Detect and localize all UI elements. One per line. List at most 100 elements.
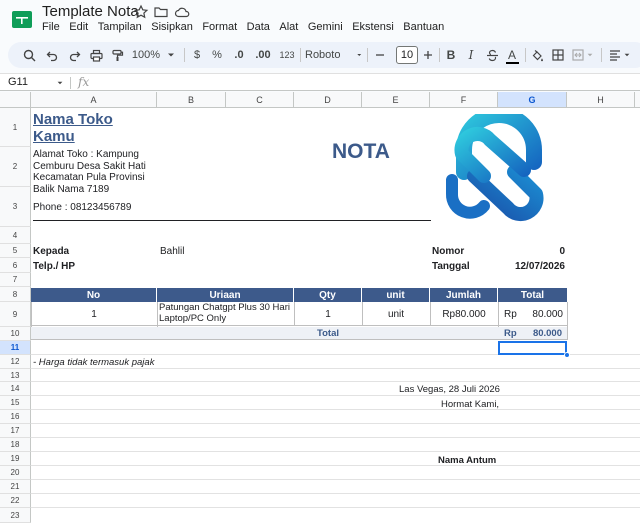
- column-header-h[interactable]: H: [567, 92, 635, 108]
- merge-cells-icon: [572, 49, 584, 61]
- column-header-i[interactable]: [635, 92, 640, 108]
- item-total-value: 80.000: [532, 309, 563, 320]
- row-header-17[interactable]: 17: [0, 424, 31, 438]
- sheets-logo-icon[interactable]: [11, 8, 33, 30]
- menu-gemini[interactable]: Gemini: [308, 21, 343, 33]
- menu-extensions[interactable]: Ekstensi: [352, 21, 394, 33]
- store-address: Alamat Toko : Kampung Cemburu Desa Sakit…: [33, 149, 146, 195]
- column-header-e[interactable]: E: [362, 92, 430, 108]
- row-header-22[interactable]: 22: [0, 494, 31, 508]
- address-line: Cemburu Desa Sakit Hati: [33, 160, 146, 172]
- row-header-6[interactable]: 6: [0, 258, 31, 273]
- number-value: 0: [559, 246, 565, 257]
- menu-view[interactable]: Tampilan: [98, 21, 142, 33]
- row-header-2[interactable]: 2: [0, 147, 31, 187]
- zoom-value: 100%: [131, 49, 161, 61]
- bold-button[interactable]: B: [443, 42, 459, 68]
- row-header-3[interactable]: 3: [0, 187, 31, 227]
- merge-cells-button[interactable]: [570, 42, 596, 68]
- increase-font-size-button[interactable]: [420, 42, 436, 68]
- increase-decimal-button[interactable]: .00: [253, 42, 273, 68]
- gridline: [31, 465, 640, 466]
- row-header-20[interactable]: 20: [0, 466, 31, 480]
- text-color-swatch: [505, 62, 519, 64]
- row-header-5[interactable]: 5: [0, 244, 31, 258]
- row-header-12[interactable]: 12: [0, 355, 31, 369]
- header-qty: Qty: [294, 288, 362, 302]
- row-header-14[interactable]: 14: [0, 382, 31, 396]
- row-header-21[interactable]: 21: [0, 480, 31, 494]
- header-divider: [33, 220, 431, 221]
- star-icon[interactable]: [133, 4, 149, 20]
- row-header-11[interactable]: 11: [0, 341, 31, 355]
- fill-handle[interactable]: [564, 352, 570, 358]
- row-header-10[interactable]: 10: [0, 327, 31, 341]
- menu-data[interactable]: Data: [247, 21, 270, 33]
- horizontal-align-button[interactable]: [606, 42, 634, 68]
- font-select[interactable]: Roboto: [305, 42, 363, 68]
- move-folder-icon[interactable]: [153, 4, 169, 20]
- chevron-down-icon[interactable]: [56, 79, 64, 87]
- column-header-d[interactable]: D: [294, 92, 362, 108]
- name-box[interactable]: G11: [8, 76, 28, 88]
- menu-file[interactable]: File: [42, 21, 60, 33]
- spreadsheet-grid[interactable]: A B C D E F G H 1 2 3 4 5 6 7 8 9 10 11 …: [0, 92, 640, 523]
- text-color-button[interactable]: A: [504, 42, 520, 68]
- date-value: 12/07/2026: [514, 261, 565, 272]
- row-header-13[interactable]: 13: [0, 369, 31, 382]
- align-left-icon: [610, 50, 620, 61]
- tax-note: - Harga tidak termasuk pajak: [33, 357, 155, 368]
- fill-color-icon: [532, 49, 543, 61]
- gridline: [31, 451, 640, 452]
- italic-button[interactable]: I: [463, 42, 479, 68]
- search-menus-button[interactable]: [20, 42, 38, 68]
- row-header-19[interactable]: 19: [0, 452, 31, 466]
- row-header-8[interactable]: 8: [0, 287, 31, 302]
- column-header-b[interactable]: B: [157, 92, 226, 108]
- row-header-23[interactable]: 23: [0, 508, 31, 523]
- decrease-decimal-button[interactable]: .0: [230, 42, 248, 68]
- column-header-c[interactable]: C: [226, 92, 294, 108]
- undo-button[interactable]: [43, 42, 61, 68]
- fill-color-button[interactable]: [529, 42, 545, 68]
- selected-cell-g11[interactable]: [498, 341, 567, 355]
- zoom-select[interactable]: 100%: [130, 42, 178, 68]
- row-header-1[interactable]: 1: [0, 108, 31, 147]
- menu-tools[interactable]: Alat: [279, 21, 298, 33]
- currency-format-button[interactable]: $: [190, 42, 204, 68]
- row-header-7[interactable]: 7: [0, 273, 31, 287]
- column-header-a[interactable]: A: [31, 92, 157, 108]
- chevron-down-icon: [168, 53, 175, 57]
- header-description: Uriaan: [157, 288, 294, 302]
- column-header-f[interactable]: F: [430, 92, 498, 108]
- table-border: [430, 302, 431, 326]
- paint-format-button[interactable]: [108, 42, 126, 68]
- percent-format-button[interactable]: %: [210, 42, 224, 68]
- font-size-input[interactable]: 10: [396, 46, 418, 64]
- row-header-4[interactable]: 4: [0, 227, 31, 244]
- cloud-saved-icon[interactable]: [174, 4, 190, 20]
- item-unit: unit: [387, 309, 405, 320]
- chevron-down-icon: [357, 54, 362, 56]
- menu-help[interactable]: Bantuan: [403, 21, 444, 33]
- menu-insert[interactable]: Sisipkan: [151, 21, 193, 33]
- menu-format[interactable]: Format: [202, 21, 237, 33]
- gridline: [31, 493, 640, 494]
- print-button[interactable]: [87, 42, 105, 68]
- row-header-16[interactable]: 16: [0, 410, 31, 424]
- signer-name: Nama Antum: [438, 455, 497, 466]
- strikethrough-button[interactable]: [484, 42, 500, 68]
- document-title[interactable]: Template Nota: [42, 3, 139, 20]
- redo-button[interactable]: [65, 42, 83, 68]
- row-header-9[interactable]: 9: [0, 302, 31, 327]
- header-total: Total: [520, 289, 545, 301]
- row-header-18[interactable]: 18: [0, 438, 31, 452]
- more-formats-button[interactable]: 123: [277, 42, 297, 68]
- fx-icon: fx: [78, 75, 90, 89]
- menu-edit[interactable]: Edit: [69, 21, 88, 33]
- select-all-corner[interactable]: [0, 92, 31, 108]
- column-header-g[interactable]: G: [498, 92, 567, 108]
- borders-button[interactable]: [550, 42, 566, 68]
- decrease-font-size-button[interactable]: [372, 42, 388, 68]
- row-header-15[interactable]: 15: [0, 396, 31, 410]
